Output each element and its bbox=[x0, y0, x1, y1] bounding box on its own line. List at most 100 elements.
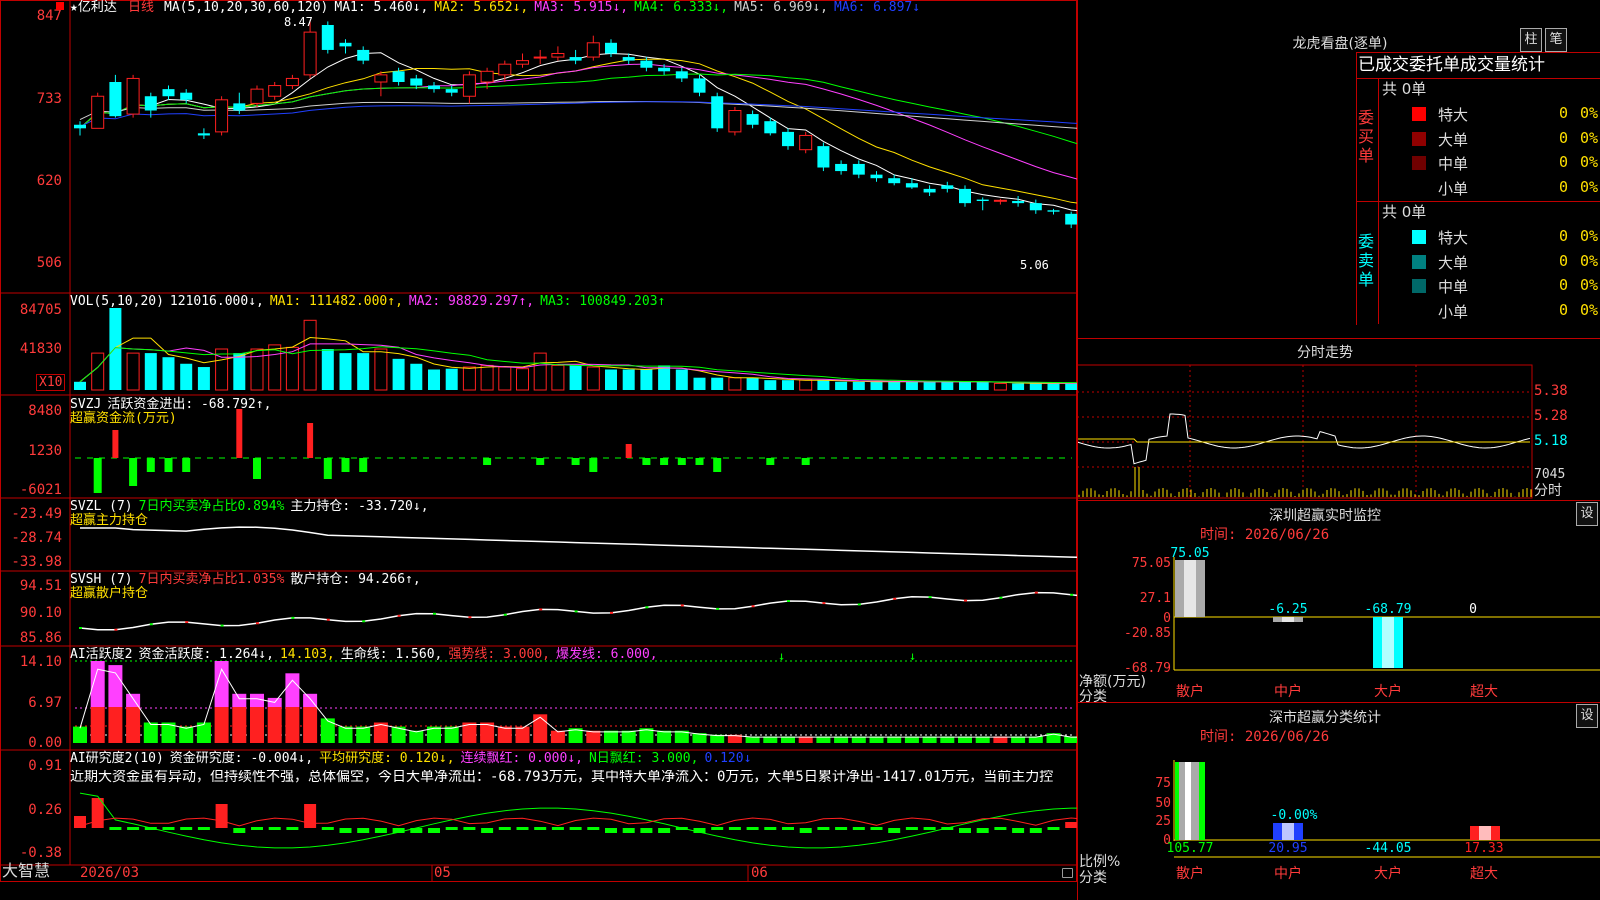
volume-bar bbox=[1012, 383, 1025, 390]
sz-classify-category: 大户 bbox=[1374, 865, 1402, 882]
dragon-tiger-subtitle: 已成交委托单成交量统计 bbox=[1358, 55, 1545, 75]
lock-icon[interactable] bbox=[1062, 868, 1073, 878]
svzj-y-tick: -6021 bbox=[19, 482, 62, 498]
candle-body bbox=[374, 74, 388, 83]
row-pct: 0% bbox=[1580, 128, 1599, 147]
candle-body bbox=[498, 63, 512, 76]
candle-body bbox=[852, 163, 865, 175]
candle-body bbox=[551, 52, 565, 58]
app-brand: 大智慧 bbox=[2, 861, 51, 880]
volume-bar bbox=[870, 381, 883, 390]
ma-line bbox=[79, 63, 1077, 180]
main-chart-svg[interactable]: ↓ ↓ bbox=[0, 0, 1077, 882]
ai-research-bar bbox=[976, 828, 989, 833]
period-label[interactable]: 日线 bbox=[128, 1, 154, 15]
row-value: 0 bbox=[1558, 177, 1568, 196]
volume-bar bbox=[109, 308, 122, 390]
candle-body bbox=[428, 85, 440, 90]
ai-bar bbox=[497, 726, 512, 743]
sz-classify-y-title: 比例% bbox=[1079, 854, 1121, 870]
svzj-bar bbox=[677, 458, 686, 465]
candle-body bbox=[339, 42, 352, 47]
tick-view-button[interactable]: 笔 bbox=[1545, 28, 1567, 52]
row-value: 0 bbox=[1558, 276, 1568, 294]
candle-body bbox=[870, 174, 883, 179]
svzj-bar bbox=[146, 458, 155, 472]
row-value: 0 bbox=[1558, 227, 1568, 245]
header-segment: MA2: 98829.297↑, bbox=[408, 294, 535, 309]
ai-research-bar bbox=[711, 827, 724, 830]
svsh-marker bbox=[1034, 591, 1038, 594]
bar-highlight bbox=[1282, 823, 1294, 840]
candle-body bbox=[357, 49, 370, 61]
candle-body bbox=[303, 31, 317, 76]
sz-classify-x-title: 分类 bbox=[1079, 870, 1107, 886]
ai-bar bbox=[657, 730, 672, 743]
ai-bar-base bbox=[126, 707, 141, 743]
row-name: 中单 bbox=[1438, 155, 1469, 173]
header-segment: 121016.000↓, bbox=[169, 294, 264, 309]
ma-line bbox=[79, 73, 1077, 145]
order-row: 大单 0 0% bbox=[1412, 250, 1600, 274]
header-segment: VOL(5,10,20) bbox=[70, 294, 164, 309]
header-segment: MA1: 5.460↓, bbox=[334, 0, 429, 15]
vol-y-tick: 84705 bbox=[19, 302, 62, 318]
sz-classify-bar-retail bbox=[1175, 762, 1205, 840]
main-chart-area[interactable]: ↓ ↓ ★亿利达 日线 MA(5,10,20,30,60,120) MA1: 5.4… bbox=[0, 0, 1077, 882]
bar-highlight bbox=[1479, 826, 1491, 840]
row-pct: 0% bbox=[1580, 104, 1599, 122]
svsh-marker bbox=[751, 605, 755, 608]
volume-bar bbox=[640, 369, 653, 390]
candle-body bbox=[605, 42, 617, 54]
volume-bar bbox=[516, 368, 529, 391]
volume-bar bbox=[782, 380, 794, 390]
vol-header: VOL(5,10,20) 121016.000↓, MA1: 111482.000↑… bbox=[70, 295, 671, 309]
candle-body bbox=[746, 114, 759, 125]
header-segment: 散户持仓: 94.266↑, bbox=[290, 572, 421, 587]
header-segment: 7日内买卖净占比1.035% bbox=[138, 572, 285, 587]
volume-bar bbox=[923, 381, 936, 390]
ai-bar bbox=[515, 726, 530, 743]
candle-body bbox=[321, 24, 334, 50]
svsh-marker bbox=[149, 623, 153, 626]
stock-title: ★亿利达 bbox=[70, 0, 117, 15]
svzj-bar bbox=[307, 423, 314, 458]
volume-bar bbox=[197, 367, 210, 390]
ai-bar-base bbox=[108, 707, 123, 743]
svzj-subtitle: 超赢资金流(万元) bbox=[70, 411, 177, 426]
bar-highlight bbox=[1184, 560, 1196, 617]
svzj-header: SVZJ 活跃资金进出: -68.792↑, bbox=[70, 398, 277, 412]
ai-research-bar bbox=[339, 828, 352, 833]
intraday-vol-tick: 7045 bbox=[1534, 467, 1566, 482]
candle-body bbox=[799, 134, 813, 151]
air-y-tick: 0.26 bbox=[28, 802, 62, 818]
divider bbox=[1077, 500, 1600, 501]
menu-icon[interactable] bbox=[56, 2, 64, 10]
ai-bar-base bbox=[232, 707, 247, 743]
svzj-bar bbox=[341, 458, 350, 472]
volume-bar bbox=[1065, 383, 1077, 390]
volume-bar bbox=[428, 369, 440, 390]
ai-y-tick: 14.10 bbox=[19, 654, 62, 670]
ai-research-bar bbox=[817, 827, 830, 830]
intraday-chart[interactable] bbox=[1077, 362, 1600, 502]
svzj-bar bbox=[642, 458, 651, 465]
ai-research-bar bbox=[587, 827, 600, 830]
order-row: 小单 0 0% bbox=[1412, 176, 1600, 200]
bar-view-button[interactable]: 柱 bbox=[1520, 28, 1542, 52]
ma-header: MA(5,10,20,30,60,120) MA1: 5.460↓, MA2: 5.… bbox=[164, 1, 926, 15]
svzl-y-tick: -28.74 bbox=[11, 530, 62, 546]
intraday-vol-label: 分时 bbox=[1534, 483, 1562, 499]
svsh-marker bbox=[680, 604, 684, 607]
volume-bar bbox=[480, 364, 494, 391]
ai-bar bbox=[73, 726, 87, 743]
header-segment: 平均研究度: 0.120↓, bbox=[319, 751, 455, 766]
volume-bar bbox=[1029, 383, 1042, 390]
ai-bar-top bbox=[250, 693, 264, 707]
svsh-line bbox=[79, 591, 1077, 631]
ai-bar bbox=[356, 726, 371, 743]
ai-bar-base bbox=[285, 707, 300, 743]
svzj-bar bbox=[695, 458, 704, 465]
ai-bar bbox=[444, 726, 459, 743]
buy-total: 共 0单 bbox=[1382, 80, 1427, 98]
